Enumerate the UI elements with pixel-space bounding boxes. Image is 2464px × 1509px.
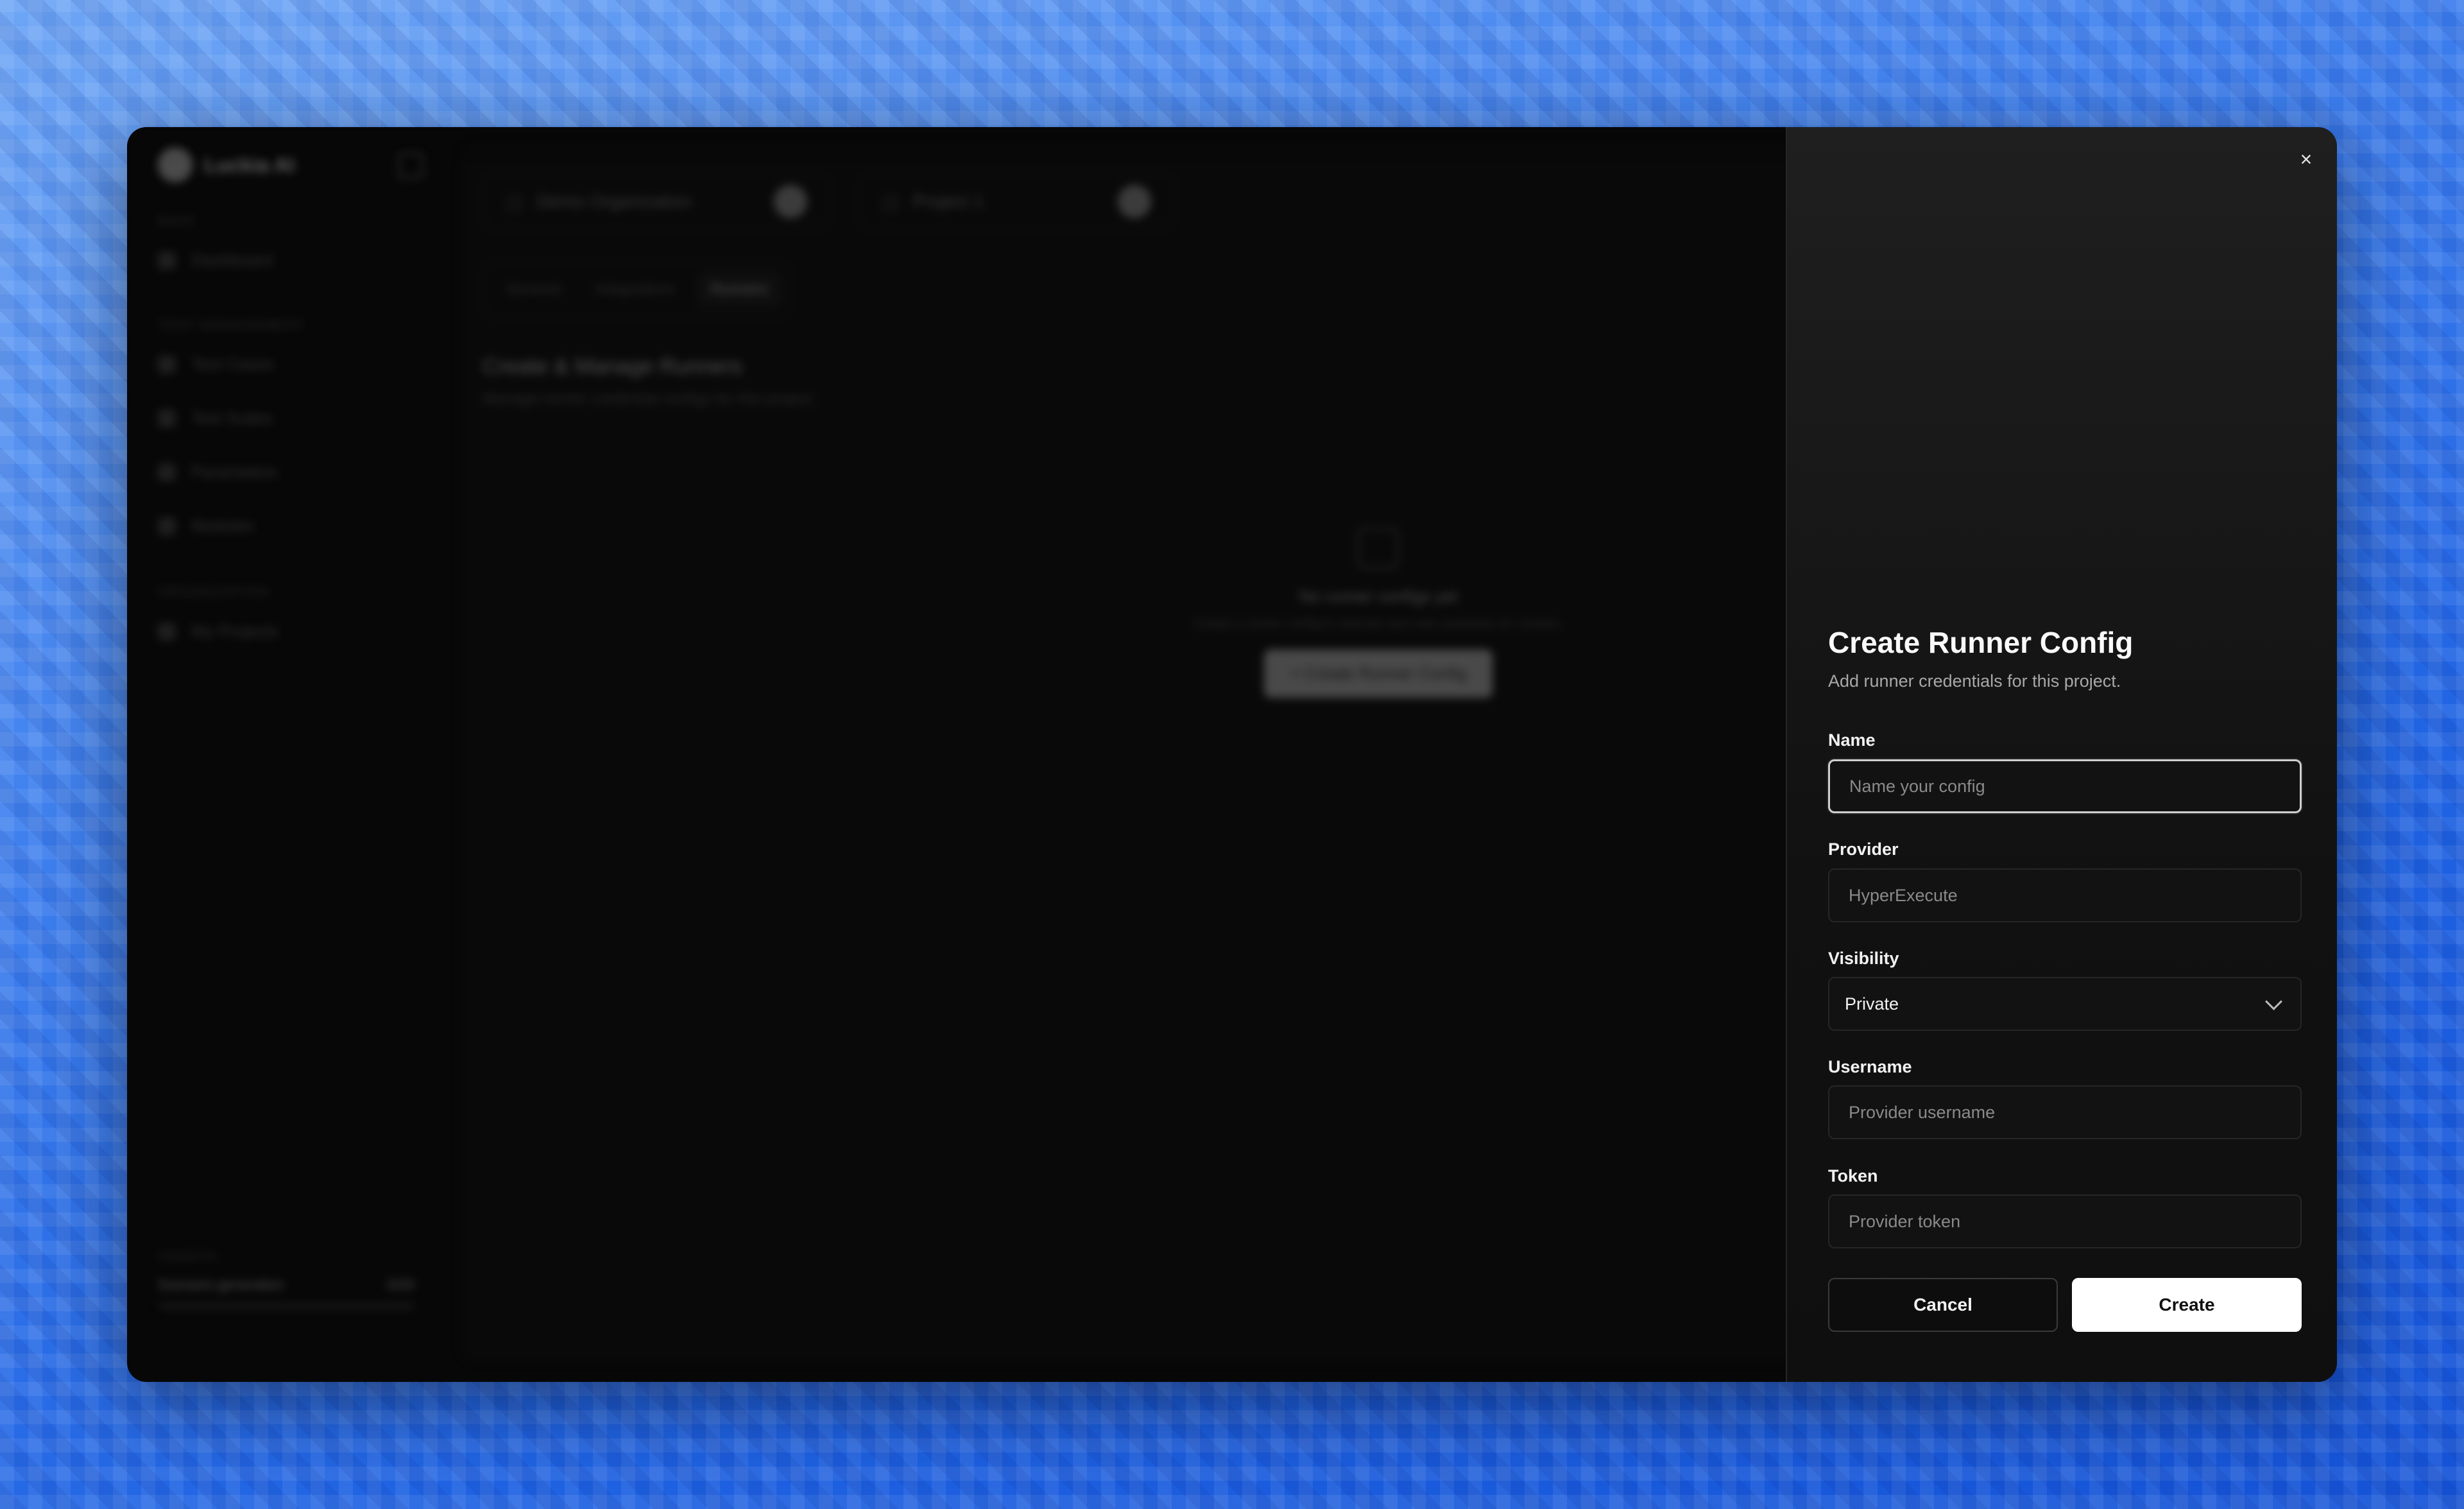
create-runner-config-button: + Create Runner Config <box>1264 650 1493 698</box>
sidebar-item-parameters: Parameters <box>158 462 277 482</box>
sidebar: Luckia AI MAIN Dashboard TEST MANAGEMENT… <box>127 127 454 1382</box>
modules-icon <box>158 517 176 535</box>
building-icon: ▢ <box>506 191 523 212</box>
tab-integrations: Integrations <box>595 280 676 298</box>
name-label: Name <box>1828 730 1876 750</box>
empty-state: No runner configs yet Create a runner co… <box>1154 528 1603 698</box>
credits-value: 0/20 <box>387 1277 415 1293</box>
dialog-description: Add runner credentials for this project. <box>1828 671 2121 691</box>
name-input[interactable] <box>1828 759 2302 813</box>
credits-title: CREDITS <box>158 1250 218 1263</box>
dashboard-icon <box>158 251 176 270</box>
visibility-value: Private <box>1845 994 1899 1013</box>
app-window: Luckia AI MAIN Dashboard TEST MANAGEMENT… <box>127 127 2337 1382</box>
logo-icon <box>158 148 193 182</box>
create-button[interactable]: Create <box>2072 1278 2302 1332</box>
visibility-select[interactable]: Private <box>1828 977 2302 1031</box>
token-label: Token <box>1828 1166 1878 1186</box>
sidebar-section-title: MAIN <box>158 214 195 229</box>
sidebar-item-test-cases: Test Cases <box>158 354 274 374</box>
organization-select: ▢ Demo Organization <box>483 173 830 230</box>
credits-widget: CREDITS Scenario generation 0/20 <box>158 1250 415 1319</box>
sidebar-section-title: ORGANIZATION <box>158 585 270 599</box>
sidebar-item-test-suites: Test Suites <box>158 408 273 428</box>
chevron-down-icon <box>2265 992 2282 1010</box>
page-title: Create & Manage Runners <box>483 354 742 379</box>
token-input[interactable] <box>1828 1194 2302 1248</box>
settings-tabs: General Integrations Runners <box>483 262 792 317</box>
parameters-icon <box>158 463 176 481</box>
page-subtitle: Manage runner credential configs for thi… <box>483 390 817 408</box>
sidebar-item-my-projects: My Projects <box>158 621 278 641</box>
empty-state-subtitle: Create a runner config to execute your t… <box>1193 617 1564 631</box>
brand-name: Luckia AI <box>204 153 295 177</box>
test-suites-icon <box>158 409 176 427</box>
dialog-title: Create Runner Config <box>1828 626 2134 659</box>
credits-progress-bar <box>158 1304 415 1309</box>
brand: Luckia AI <box>158 148 295 182</box>
tab-general: General <box>506 280 561 298</box>
empty-state-title: No runner configs yet <box>1299 587 1458 606</box>
sidebar-toggle-icon <box>398 153 424 178</box>
folder-icon: ▢ <box>882 191 899 212</box>
tab-runners: Runners <box>696 272 783 307</box>
test-cases-icon <box>158 355 176 374</box>
create-runner-config-dialog: × Create Runner Config Add runner creden… <box>1786 127 2337 1382</box>
empty-state-icon <box>1358 528 1399 569</box>
projects-icon <box>158 622 176 641</box>
credits-label: Scenario generation <box>158 1277 284 1293</box>
main-content: ▢ Demo Organization ▢ Project 1 General … <box>461 142 1911 1362</box>
cancel-button[interactable]: Cancel <box>1828 1278 2058 1332</box>
username-label: Username <box>1828 1057 1912 1076</box>
sidebar-section-title: TEST MANAGEMENT <box>158 318 305 332</box>
provider-input[interactable] <box>1828 868 2302 922</box>
project-action-icon <box>1118 185 1151 218</box>
provider-label: Provider <box>1828 840 1899 859</box>
close-icon[interactable]: × <box>2293 146 2319 172</box>
project-select: ▢ Project 1 <box>859 173 1174 230</box>
username-input[interactable] <box>1828 1085 2302 1139</box>
visibility-label: Visibility <box>1828 949 1899 968</box>
sidebar-item-dashboard: Dashboard <box>158 250 273 270</box>
org-action-icon <box>774 185 807 218</box>
sidebar-item-modules: Modules <box>158 516 254 536</box>
